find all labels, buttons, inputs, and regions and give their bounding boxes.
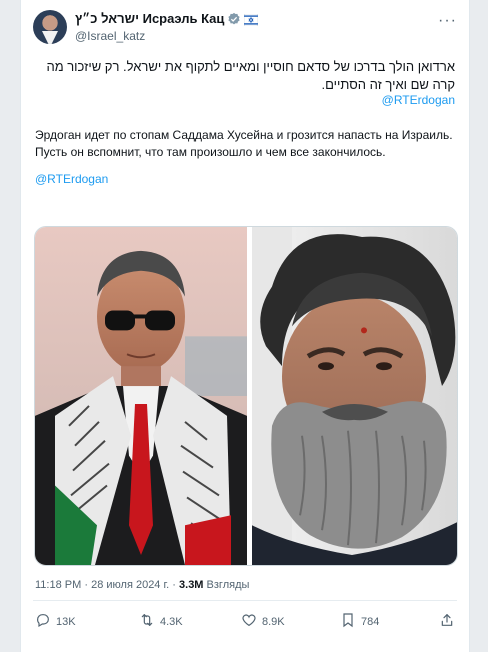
share-button[interactable] <box>439 612 455 631</box>
tweet-card: ישראל כ״ץ Исраэль Кац @Israel_katz ··· א… <box>20 0 470 652</box>
bookmark-count: 784 <box>361 615 380 628</box>
retweet-icon <box>139 612 155 631</box>
author-name-row: ישראל כ״ץ Исраэль Кац <box>75 11 259 26</box>
bookmark-button[interactable]: 784 <box>340 612 379 631</box>
author-avatar[interactable] <box>33 10 67 44</box>
views-count: 3.3M <box>179 579 204 591</box>
author-handle[interactable]: @Israel_katz <box>75 29 145 43</box>
photo-saddam[interactable] <box>252 227 457 565</box>
russian-text: Эрдоган идет по стопам Саддама Хусейна и… <box>35 128 453 159</box>
more-dots-icon[interactable]: ··· <box>438 12 457 30</box>
reply-button[interactable]: 13K <box>35 612 76 631</box>
bookmark-icon <box>340 612 356 631</box>
russian-mention-link[interactable]: @RTErdogan <box>35 172 108 186</box>
reply-bubble-icon <box>35 612 51 631</box>
tweet-time[interactable]: 11:18 PM <box>35 579 81 591</box>
action-bar: 13K 4.3K 8.9K 784 <box>35 612 455 634</box>
hebrew-text: ארדואן הולך בדרכו של סדאם חוסיין ומאיים … <box>46 59 455 92</box>
like-count: 8.9K <box>262 615 285 628</box>
views-label: Взгляды <box>206 579 250 591</box>
author-display-name[interactable]: ישראל כ״ץ Исраэль Кац <box>75 11 224 26</box>
tweet-date[interactable]: 28 июля 2024 г. <box>91 579 169 591</box>
retweet-count: 4.3K <box>160 615 183 628</box>
photo-erdogan[interactable] <box>35 227 247 565</box>
heart-icon <box>241 612 257 631</box>
israel-flag-icon <box>244 13 259 26</box>
verified-badge-icon <box>227 12 241 26</box>
meta-separator: · <box>172 579 180 591</box>
retweet-button[interactable]: 4.3K <box>139 612 183 631</box>
reply-count: 13K <box>56 615 76 628</box>
hebrew-mention-link[interactable]: @RTErdogan <box>382 93 455 107</box>
divider <box>33 600 457 601</box>
tweet-meta: 11:18 PM · 28 июля 2024 г. · 3.3M Взгляд… <box>35 579 249 591</box>
share-icon <box>439 612 455 631</box>
tweet-media[interactable] <box>34 226 458 566</box>
like-button[interactable]: 8.9K <box>241 612 285 631</box>
tweet-header: ישראל כ״ץ Исраэль Кац @Israel_katz ··· <box>33 10 457 46</box>
